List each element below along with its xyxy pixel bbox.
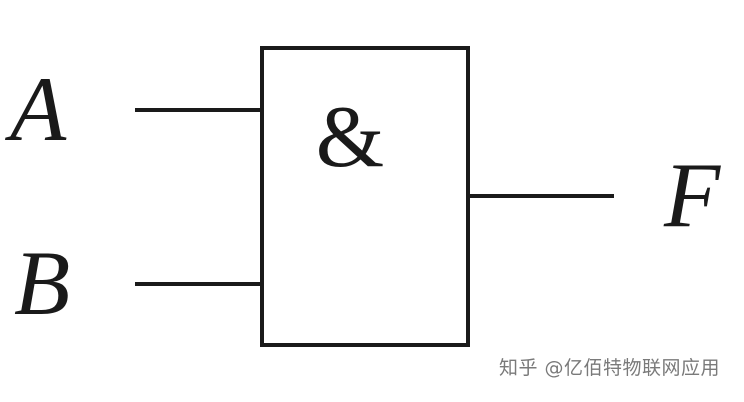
watermark: 知乎 @亿佰特物联网应用 [498,357,720,379]
input-b-label: B [14,232,70,334]
input-a-label: A [4,58,67,160]
output-f-label: F [663,144,721,246]
and-gate-diagram: & A B F [4,46,721,347]
gate-symbol: & [316,89,384,186]
